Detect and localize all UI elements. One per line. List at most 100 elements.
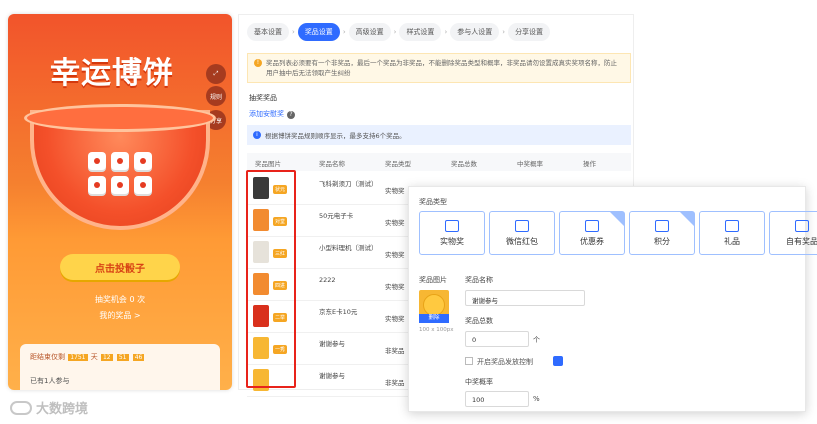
tab-2[interactable]: 高级设置 (348, 23, 391, 41)
rate-label: 中奖概率 (465, 378, 493, 386)
my-prizes-link[interactable]: 我的奖品 > (8, 310, 232, 321)
corner-badge-icon (680, 212, 694, 226)
prize-name: 飞科剃须刀（测试） (319, 180, 378, 188)
info-banner: i 根据博饼奖品规则顺序显示，最多支持6个奖品。 (247, 125, 631, 145)
prize-type-icon (795, 219, 809, 232)
prize-name: 2222 (319, 276, 336, 284)
col-image: 奖品图片 (255, 160, 281, 168)
tab-arrow-icon: › (393, 28, 397, 36)
prize-type-icon (515, 219, 529, 232)
control-info-icon[interactable] (553, 356, 563, 366)
prize-type-label: 礼品 (724, 236, 740, 246)
tab-3[interactable]: 样式设置 (399, 23, 442, 41)
dice-icon (134, 176, 152, 194)
prize-type-option[interactable]: 自有奖品 (769, 211, 817, 255)
image-label: 奖品图片 (419, 276, 447, 284)
type-label: 奖品类型 (419, 198, 447, 206)
prize-type-option[interactable]: 礼品 (699, 211, 765, 255)
notice-text: 奖品列表必须要有一个非奖品，最后一个奖品为非奖品，不能删除奖品类型和概率，非奖品… (266, 59, 617, 77)
countdown-days: 1751 (68, 354, 88, 361)
prize-rate-input[interactable]: 100 (465, 391, 529, 407)
col-name: 奖品名称 (319, 160, 345, 168)
prize-type-label: 微信红包 (506, 236, 538, 246)
tab-1[interactable]: 奖品设置 (297, 23, 340, 41)
prize-type: 实物奖 (385, 283, 405, 291)
corner-badge-icon (610, 212, 624, 226)
prize-type: 非奖品 (385, 347, 405, 355)
shake-dice-button[interactable]: 点击投骰子 (60, 254, 180, 280)
settings-tabs: 基本设置 › 奖品设置 › 高级设置 › 样式设置 › 参与人设置 › 分享设置 (247, 23, 553, 41)
watermark-text: 大数跨境 (36, 402, 89, 417)
prize-type: 实物奖 (385, 219, 405, 227)
participants-count: 已有1人参与 (30, 377, 70, 385)
countdown-label: 距结束仅剩 (30, 353, 65, 361)
expand-icon[interactable]: ⤢ (206, 64, 226, 84)
prize-type-option[interactable]: 积分 (629, 211, 695, 255)
rate-unit: % (533, 395, 540, 403)
warning-icon: ! (254, 59, 262, 67)
draw-chances: 抽奖机会 0 次 (94, 295, 146, 304)
rules-button[interactable]: 规则 (206, 86, 226, 106)
prize-type-icon (655, 219, 669, 232)
prize-name: 京东E卡10元 (319, 308, 358, 316)
help-icon[interactable]: ? (287, 111, 295, 119)
col-actions: 操作 (583, 160, 596, 168)
dice-icon (111, 176, 129, 194)
dice-icon (88, 176, 106, 194)
tab-4[interactable]: 参与人设置 (450, 23, 500, 41)
prize-type-options: 实物奖 微信红包 优惠券 积分 礼品 自有奖品 (419, 211, 817, 255)
add-consolation-link[interactable]: 添加安慰奖? (249, 109, 295, 119)
countdown-card: 距结束仅剩 1751 天 12 51 46 已有1人参与 (20, 344, 220, 390)
dice-icon (111, 152, 129, 170)
table-header: 奖品图片 奖品名称 奖品类型 奖品总数 中奖概率 操作 (247, 153, 631, 171)
prize-type-icon (725, 219, 739, 232)
prize-type-label: 优惠券 (580, 236, 604, 246)
total-unit: 个 (533, 336, 540, 344)
prize-edit-popup: 奖品类型 实物奖 微信红包 优惠券 积分 礼品 自有奖品 奖品图片 删除 100 x 10… (408, 186, 817, 412)
tab-0[interactable]: 基本设置 (247, 23, 289, 41)
tab-arrow-icon: › (502, 28, 506, 36)
section-title: 抽奖奖品 (249, 94, 277, 102)
countdown-day-unit: 天 (90, 353, 98, 361)
prize-type-option[interactable]: 微信红包 (489, 211, 555, 255)
prize-type: 实物奖 (385, 251, 405, 259)
prize-type-label: 自有奖品 (786, 236, 817, 246)
prize-name: 谢谢参与 (319, 340, 345, 348)
prize-name: 小型料理机（测试） (319, 244, 378, 252)
add-link-label[interactable]: 添加安慰奖 (249, 110, 284, 118)
warning-notice: ! 奖品列表必须要有一个非奖品，最后一个奖品为非奖品，不能删除奖品类型和概率，非… (247, 53, 631, 83)
tab-arrow-icon: › (292, 28, 295, 36)
prize-type-option[interactable]: 实物奖 (419, 211, 485, 255)
prize-image-highlight (246, 170, 296, 388)
image-size-hint: 100 x 100px (419, 327, 454, 333)
prize-type-label: 实物奖 (440, 236, 464, 246)
mobile-preview: 幸运博饼 ⤢ 规则 分享 点击投骰子 抽奖机会 0 次 我的奖品 > 距结束仅剩… (8, 14, 232, 390)
prize-name: 谢谢参与 (319, 372, 345, 380)
countdown-hours: 12 (100, 354, 113, 361)
prize-type-option[interactable]: 优惠券 (559, 211, 625, 255)
countdown-seconds: 46 (132, 354, 145, 361)
control-label: 开启奖品发放控制 (477, 358, 533, 366)
prize-total-input[interactable]: 0 (465, 331, 529, 347)
tab-arrow-icon: › (444, 28, 448, 36)
prize-type: 实物奖 (385, 187, 405, 195)
dice-icon (88, 152, 106, 170)
watermark-logo-icon (10, 400, 32, 415)
info-text: 根据博饼奖品规则顺序显示，最多支持6个奖品。 (265, 132, 406, 140)
prize-type: 非奖品 (385, 379, 405, 387)
name-label: 奖品名称 (465, 276, 493, 284)
col-total: 奖品总数 (451, 160, 477, 168)
prize-name-input[interactable]: 谢谢参与 (465, 290, 585, 306)
col-rate: 中奖概率 (517, 160, 543, 168)
control-checkbox[interactable] (465, 357, 473, 365)
delete-image-button[interactable]: 删除 (419, 314, 449, 323)
info-icon: i (253, 131, 261, 139)
prize-type: 实物奖 (385, 315, 405, 323)
prize-type-label: 积分 (654, 236, 670, 246)
tab-5[interactable]: 分享设置 (508, 23, 551, 41)
total-label: 奖品总数 (465, 317, 493, 325)
prize-type-icon (445, 219, 459, 232)
col-type: 奖品类型 (385, 160, 411, 168)
tab-arrow-icon: › (342, 28, 346, 36)
watermark: 大数跨境 (10, 398, 88, 417)
